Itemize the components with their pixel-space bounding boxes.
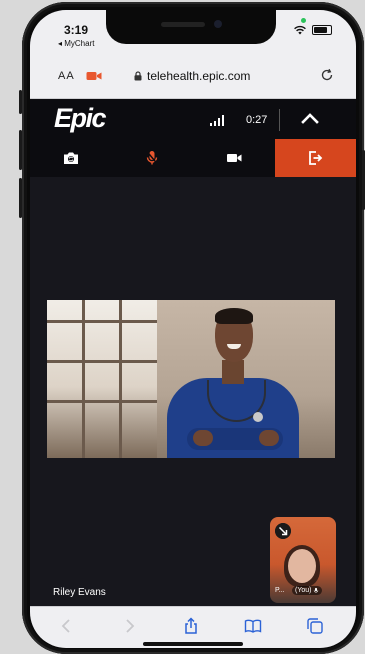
microphone-icon	[314, 587, 319, 593]
bookmarks-icon[interactable]	[244, 617, 262, 635]
connection-quality-icon	[210, 114, 224, 126]
url-text: telehealth.epic.com	[147, 69, 251, 83]
doctor-hand	[193, 430, 213, 446]
phone-volume-button	[19, 130, 22, 170]
speaker-grille	[161, 22, 205, 27]
ios-status-bar: 3:19 ◂ MyChart	[30, 10, 356, 54]
forward-icon[interactable]	[120, 617, 138, 635]
phone-volume-button	[19, 90, 22, 114]
recording-indicator-icon	[301, 18, 306, 23]
doctor-hair	[215, 308, 253, 324]
visit-header: Epic 0:27	[30, 99, 356, 139]
wifi-icon	[294, 25, 306, 35]
lock-icon	[134, 71, 142, 81]
microphone-icon	[146, 151, 158, 165]
battery-icon	[312, 25, 332, 35]
back-icon[interactable]	[58, 617, 76, 635]
expand-self-view-icon[interactable]	[275, 523, 291, 539]
screenshot-stage: 3:19 ◂ MyChart AA telehealth.epic.com Ep…	[0, 0, 365, 654]
camera-flip-icon	[63, 152, 78, 164]
reload-icon[interactable]	[320, 68, 334, 82]
leave-call-button[interactable]	[274, 139, 356, 177]
url-field[interactable]: telehealth.epic.com	[134, 69, 250, 83]
exit-icon	[309, 151, 323, 165]
remote-participant-name: Riley Evans	[53, 587, 106, 598]
status-time: 3:19	[64, 23, 89, 37]
call-controls	[30, 139, 356, 177]
video-camera-icon	[226, 154, 242, 162]
tabs-icon[interactable]	[306, 617, 324, 635]
video-button[interactable]	[193, 139, 275, 177]
self-you-badge: (You)	[292, 586, 323, 595]
microphone-button[interactable]	[112, 139, 194, 177]
header-divider	[279, 109, 280, 131]
phone-notch	[106, 10, 276, 44]
phone-volume-button	[19, 178, 22, 218]
epic-logo: Epic	[54, 103, 107, 133]
self-you-label: (You)	[295, 587, 312, 594]
doctor-hand	[259, 430, 279, 446]
call-duration: 0:27	[246, 114, 268, 126]
stethoscope-chestpiece	[253, 412, 263, 422]
self-name-initial: P...	[275, 587, 285, 594]
front-camera	[214, 20, 222, 28]
share-icon[interactable]	[182, 617, 200, 635]
back-to-app-link[interactable]: ◂ MyChart	[58, 39, 94, 48]
self-view-video[interactable]: P... (You)	[270, 517, 336, 603]
camera-in-use-icon[interactable]	[86, 69, 102, 83]
text-size-button[interactable]: AA	[58, 70, 75, 82]
phone-screen: 3:19 ◂ MyChart AA telehealth.epic.com Ep…	[30, 10, 356, 648]
self-face	[288, 549, 316, 583]
browser-address-bar: AA telehealth.epic.com	[30, 54, 356, 99]
remote-video-feed[interactable]	[47, 300, 335, 458]
video-stage: Riley Evans P... (You)	[30, 177, 356, 618]
background-window	[47, 300, 157, 458]
status-icons	[293, 25, 332, 35]
switch-camera-button[interactable]	[30, 139, 112, 177]
collapse-controls-button[interactable]	[296, 107, 324, 131]
home-indicator[interactable]	[143, 642, 243, 646]
